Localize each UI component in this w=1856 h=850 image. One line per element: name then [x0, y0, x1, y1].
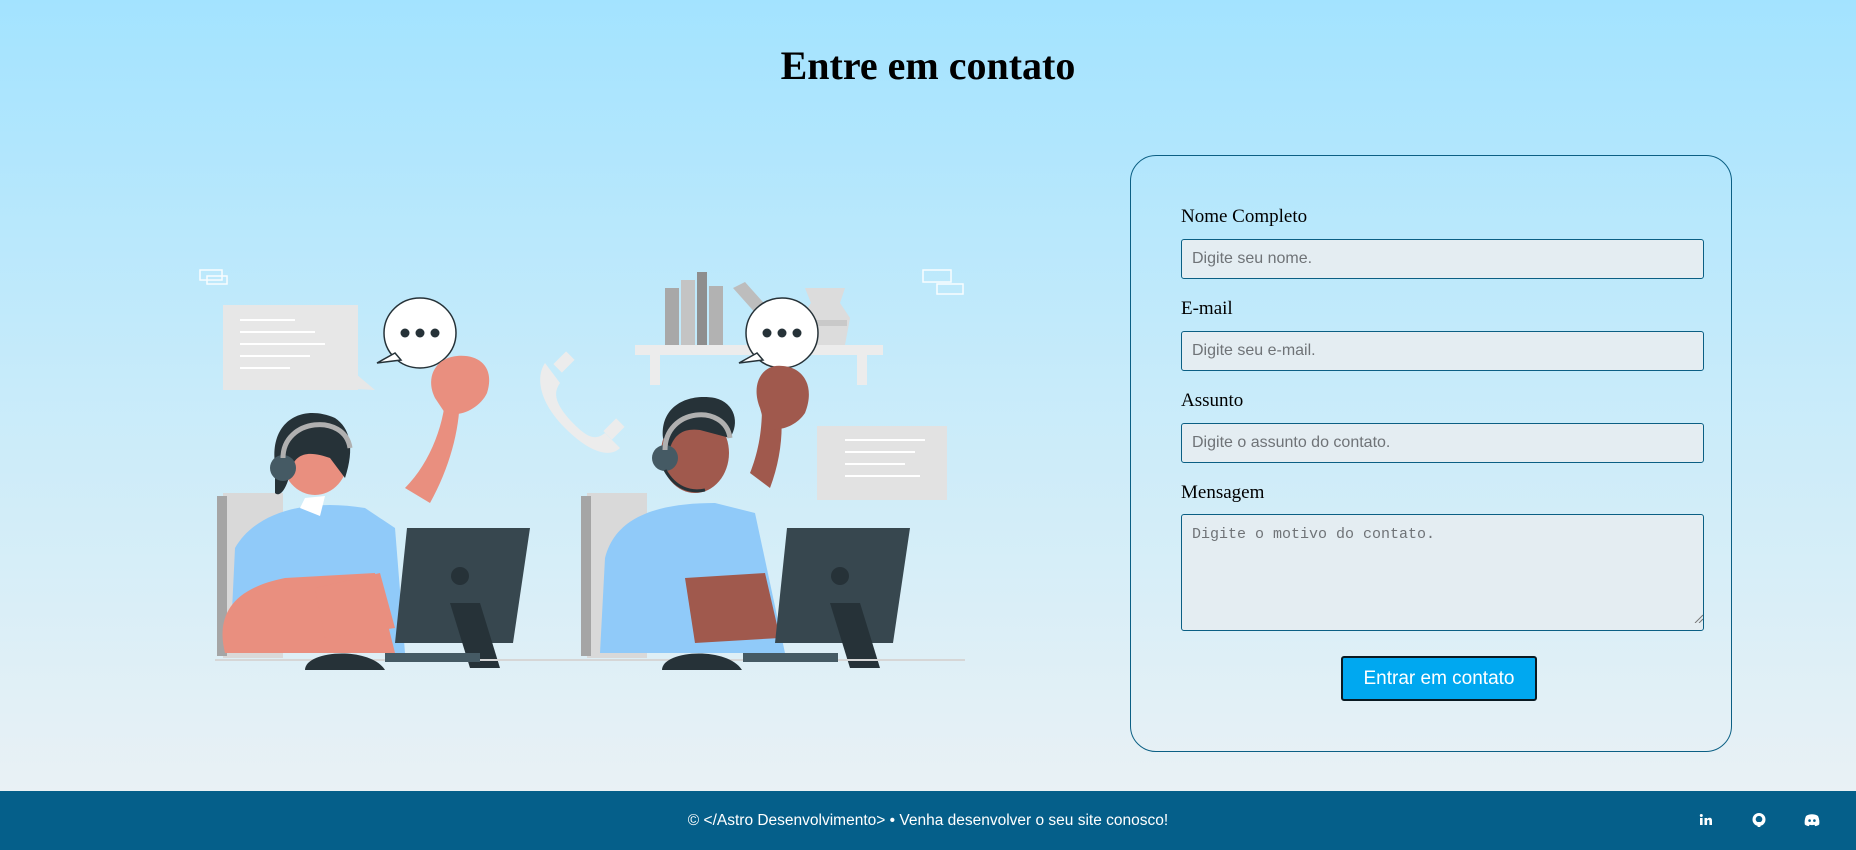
- subject-label: Assunto: [1181, 390, 1244, 411]
- page-title: Entre em contato: [780, 43, 1076, 88]
- resize-grip-icon[interactable]: [1694, 614, 1703, 623]
- note-board-left-icon: [223, 305, 375, 390]
- monitor-right-icon: [775, 528, 910, 668]
- footer-copyright: © </Astro Desenvolvimento> • Venha desen…: [687, 812, 1169, 829]
- monitor-left-icon: [395, 528, 530, 668]
- contact-form: Nome Completo E-mail Assunto Mensagem En…: [1130, 155, 1732, 752]
- name-input[interactable]: [1181, 239, 1704, 279]
- speech-bubble-right-icon: [738, 297, 819, 369]
- message-label: Mensagem: [1181, 482, 1265, 503]
- speech-bubble-left-icon: [376, 297, 457, 369]
- github-icon[interactable]: [1750, 811, 1768, 829]
- decor-frames-icon: [199, 269, 964, 295]
- name-label: Nome Completo: [1181, 206, 1308, 227]
- email-input[interactable]: [1181, 331, 1704, 371]
- note-board-right-icon: [817, 426, 947, 500]
- footer: © </Astro Desenvolvimento> • Venha desen…: [0, 791, 1856, 850]
- customer-support-illustration: [199, 269, 965, 670]
- subject-input[interactable]: [1181, 423, 1704, 463]
- keyboard-left-icon: [385, 653, 480, 662]
- discord-icon[interactable]: [1803, 811, 1821, 829]
- linkedin-icon[interactable]: [1697, 811, 1715, 829]
- mouse-right-icon: [662, 653, 742, 670]
- submit-button[interactable]: Entrar em contato: [1341, 656, 1537, 701]
- email-label: E-mail: [1181, 298, 1233, 319]
- keyboard-right-icon: [743, 653, 838, 662]
- mouse-left-icon: [305, 653, 385, 670]
- message-textarea[interactable]: [1181, 514, 1704, 631]
- phone-icon: [540, 351, 625, 453]
